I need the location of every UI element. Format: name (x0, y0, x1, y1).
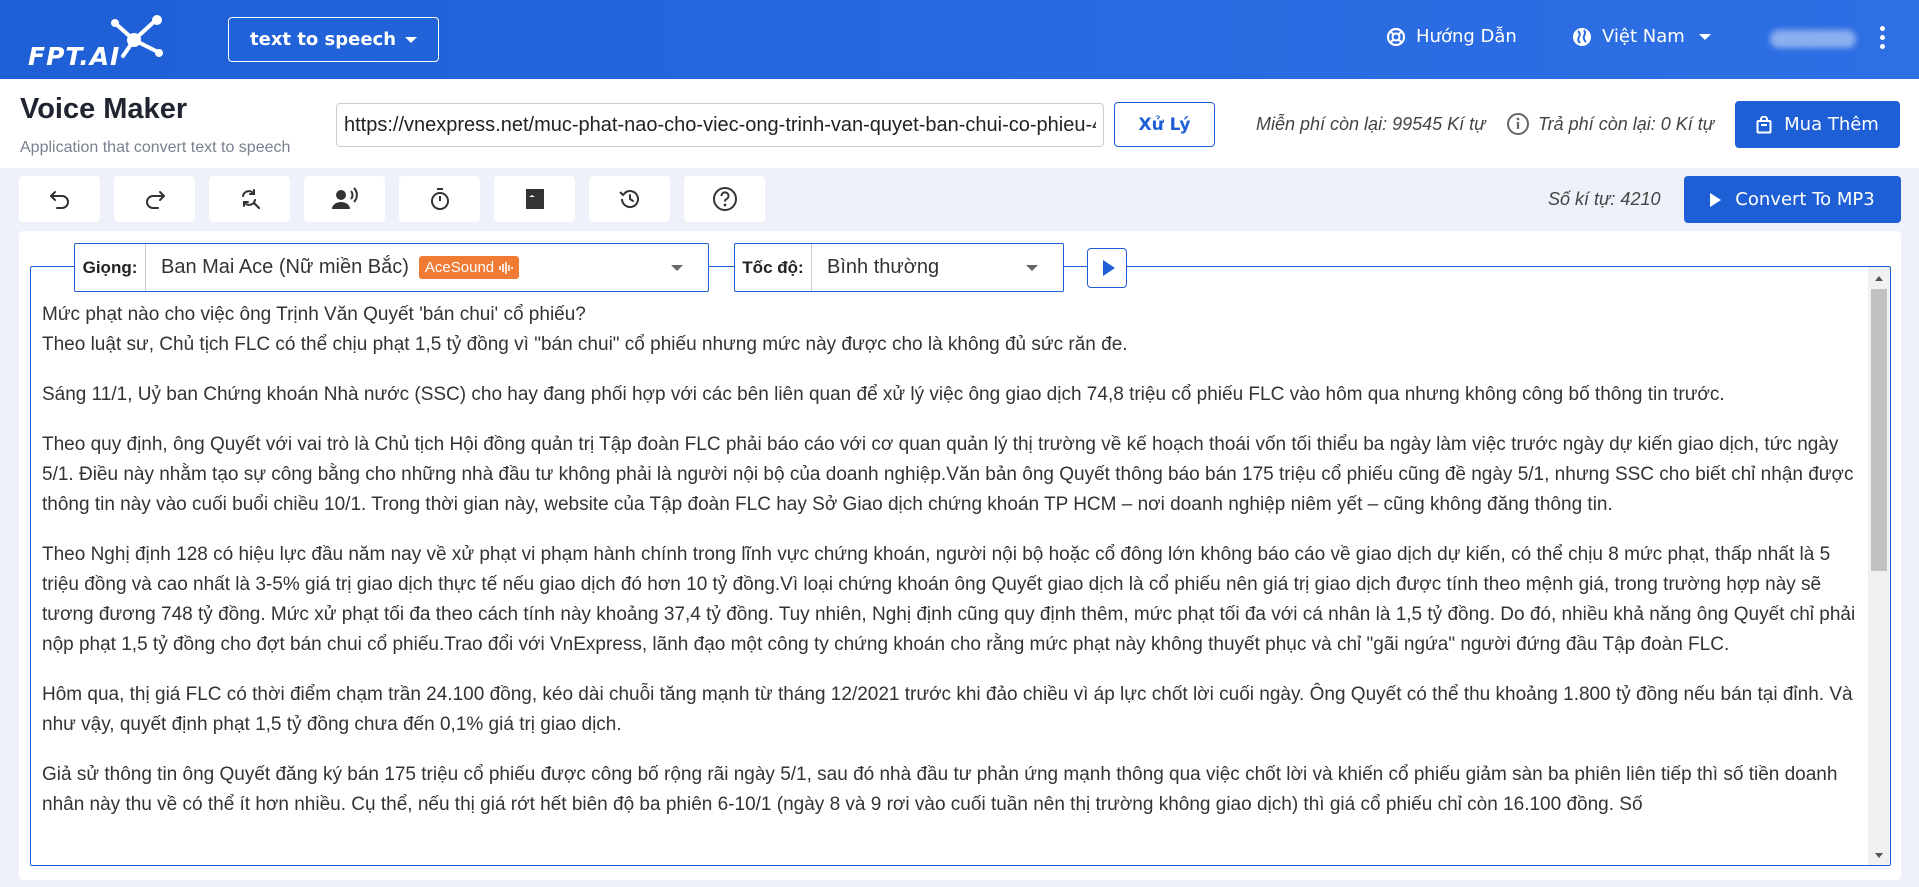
convert-label: Convert To MP3 (1735, 189, 1875, 210)
title-bar: Voice Maker Application that convert tex… (0, 79, 1919, 168)
free-remaining: Miễn phí còn lại: 99545 Kí tự (1256, 114, 1486, 134)
scroll-up-icon[interactable] (1875, 276, 1883, 281)
speed-label: Tốc độ: (735, 244, 812, 291)
history-button[interactable] (589, 176, 670, 222)
language-label: Việt Nam (1602, 26, 1685, 47)
info-icon[interactable] (1506, 112, 1530, 136)
process-button[interactable]: Xử Lý (1114, 102, 1215, 147)
voice-value: Ban Mai Ace (Nữ miền Bắc) (161, 256, 409, 278)
globe-icon (1573, 27, 1591, 46)
soundwave-icon (499, 261, 513, 274)
undo-icon (49, 191, 69, 209)
speed-select[interactable]: Tốc độ: Bình thường (734, 243, 1064, 292)
chevron-down-icon (671, 265, 683, 271)
paragraph: Mức phạt nào cho việc ông Trịnh Văn Quyế… (42, 304, 1128, 355)
redo-icon (145, 191, 165, 209)
history-icon (618, 190, 639, 208)
chevron-down-icon (405, 37, 417, 43)
play-icon (1710, 192, 1722, 207)
fpt-ai-logo[interactable]: FPT.AI (28, 12, 173, 71)
text-editor[interactable]: Mức phạt nào cho việc ông Trịnh Văn Quyế… (30, 266, 1891, 866)
voice-settings-button[interactable] (304, 176, 385, 222)
paid-remaining: Trả phí còn lại: 0 Kí tự (1506, 112, 1714, 136)
url-input[interactable] (336, 103, 1104, 147)
play-icon (1102, 260, 1115, 276)
char-count: Số kí tự: 4210 (1548, 189, 1661, 209)
shopping-bag-icon (1756, 115, 1772, 133)
guide-link[interactable]: Hướng Dẫn (1386, 26, 1517, 47)
dictionary-button[interactable] (494, 176, 575, 222)
voice-select[interactable]: Giọng: Ban Mai Ace (Nữ miền Bắc) AceSoun… (74, 243, 709, 292)
redo-button[interactable] (114, 176, 195, 222)
paragraph: Theo Nghị định 128 có hiệu lực đầu năm n… (42, 544, 1856, 655)
paid-remaining-text: Trả phí còn lại: 0 Kí tự (1538, 113, 1715, 134)
timer-icon (430, 188, 449, 210)
help-icon (712, 187, 737, 211)
buy-more-button[interactable]: Mua Thêm (1735, 101, 1900, 148)
chevron-down-icon (1026, 265, 1038, 271)
scrollbar-thumb[interactable] (1871, 289, 1887, 571)
paragraph: Theo quy định, ông Quyết với vai trò là … (42, 434, 1854, 515)
voice-label: Giọng: (75, 244, 146, 291)
product-select[interactable]: text to speech (228, 17, 439, 62)
paragraph: Hôm qua, thị giá FLC có thời điểm chạm t… (42, 684, 1853, 735)
user-name-blurred[interactable] (1770, 30, 1856, 48)
play-preview-button[interactable] (1087, 248, 1127, 288)
undo-button[interactable] (19, 176, 100, 222)
badge-label: AceSound (424, 259, 495, 276)
find-replace-button[interactable] (209, 176, 290, 222)
editor-scrollbar[interactable] (1868, 267, 1890, 865)
buy-more-label: Mua Thêm (1784, 114, 1879, 135)
convert-to-mp3-button[interactable]: Convert To MP3 (1684, 176, 1901, 223)
paragraph: Sáng 11/1, Uỷ ban Chứng khoán Nhà nước (… (42, 384, 1725, 405)
find-replace-icon (241, 189, 260, 210)
more-vert-icon[interactable] (1878, 26, 1886, 52)
top-navbar: FPT.AI text to speech Hướng Dẫn Việt Nam (0, 0, 1919, 79)
language-select[interactable]: Việt Nam (1572, 26, 1711, 47)
lifebuoy-icon (1386, 27, 1406, 46)
logo-text: FPT.AI (28, 42, 121, 71)
chevron-down-icon (1698, 33, 1711, 40)
page-title: Voice Maker (20, 93, 188, 125)
product-select-value: text to speech (250, 29, 397, 50)
paragraph: Giả sử thông tin ông Quyết đăng ký bán 1… (42, 764, 1838, 815)
editor-content[interactable]: Mức phạt nào cho việc ông Trịnh Văn Quyế… (42, 300, 1862, 840)
acesound-badge: AceSound (418, 256, 520, 279)
speaking-person-icon (331, 187, 358, 209)
help-button[interactable] (684, 176, 765, 222)
speed-value: Bình thường (827, 256, 940, 278)
guide-label: Hướng Dẫn (1416, 26, 1517, 47)
scroll-down-icon[interactable] (1875, 853, 1883, 858)
page-subtitle: Application that convert text to speech (20, 139, 291, 156)
book-icon (525, 189, 544, 209)
timer-button[interactable] (399, 176, 480, 222)
